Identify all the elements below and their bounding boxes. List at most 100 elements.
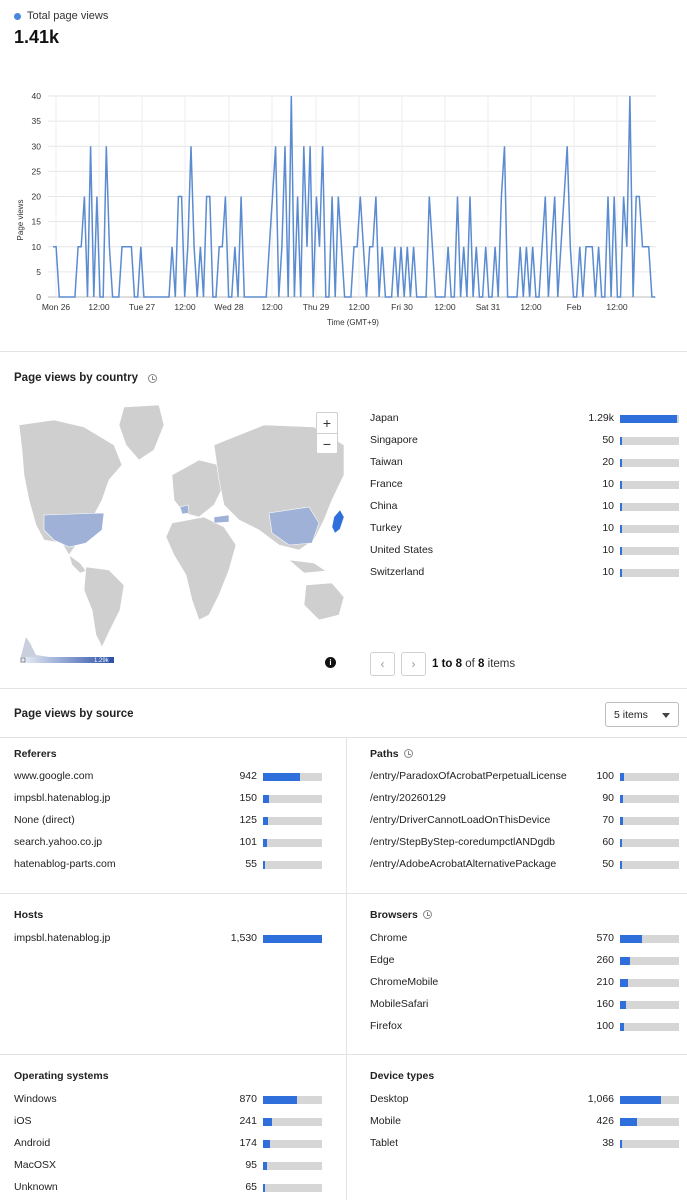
device-row-label[interactable]: Tablet xyxy=(370,1137,398,1149)
os-row-bar-fill xyxy=(263,1184,265,1192)
pager-of: of xyxy=(465,658,475,670)
os-row-label[interactable]: Android xyxy=(14,1137,50,1149)
device-row-bar xyxy=(620,1096,679,1104)
browser-row-bar-fill xyxy=(620,979,628,987)
country-row-label[interactable]: China xyxy=(370,500,397,512)
path-row-bar-fill xyxy=(620,839,622,847)
country-row-label[interactable]: Turkey xyxy=(370,522,402,534)
path-row-label[interactable]: /entry/StepByStep-coredumpctlANDgdb xyxy=(370,836,555,848)
device-row-label[interactable]: Desktop xyxy=(370,1093,409,1105)
clock-icon[interactable] xyxy=(423,910,432,919)
country-row-label[interactable]: France xyxy=(370,478,403,490)
device-row-label[interactable]: Mobile xyxy=(370,1115,401,1127)
referer-row-bar xyxy=(263,861,322,869)
path-row-label[interactable]: /entry/ParadoxOfAcrobatPerpetualLicense xyxy=(370,770,567,782)
total-page-views-legend[interactable]: Total page views xyxy=(27,10,108,22)
referer-row-label[interactable]: search.yahoo.co.jp xyxy=(14,836,102,848)
country-row-value: 10 xyxy=(602,566,614,578)
referers-title: Referers xyxy=(14,748,57,760)
pager-items-label: items xyxy=(487,658,516,670)
country-row-value: 50 xyxy=(602,434,614,446)
host-row-bar-fill xyxy=(263,935,322,943)
country-row-value: 10 xyxy=(602,522,614,534)
os-row-value: 95 xyxy=(245,1159,257,1171)
browser-row-label[interactable]: MobileSafari xyxy=(370,998,428,1010)
country-row-label[interactable]: Singapore xyxy=(370,434,418,446)
referer-row-label[interactable]: impsbl.hatenablog.jp xyxy=(14,792,110,804)
map-zoom-controls: + − xyxy=(316,412,338,454)
pager-next-button[interactable]: › xyxy=(401,652,426,676)
path-row-label[interactable]: /entry/DriverCannotLoadOnThisDevice xyxy=(370,814,550,826)
pager-total: 8 xyxy=(478,658,485,670)
country-row-value: 10 xyxy=(602,478,614,490)
y-tick-label: 40 xyxy=(32,91,42,101)
os-row-value: 870 xyxy=(239,1093,257,1105)
pager-range: 1 to 8 xyxy=(432,658,463,670)
referer-row-label[interactable]: None (direct) xyxy=(14,814,75,826)
browser-row-bar xyxy=(620,1001,679,1009)
clock-icon[interactable] xyxy=(148,374,157,383)
browsers-title: Browsers xyxy=(370,909,418,921)
path-row-value: 70 xyxy=(602,814,614,826)
browser-row-label[interactable]: Firefox xyxy=(370,1020,402,1032)
divider xyxy=(0,688,687,689)
country-row-label[interactable]: Switzerland xyxy=(370,566,424,578)
browser-row-bar-fill xyxy=(620,1023,624,1031)
country-row-bar xyxy=(620,525,679,533)
items-count-select[interactable]: 5 items xyxy=(605,702,679,727)
chart-y-axis-label: Page views xyxy=(16,200,25,241)
chevron-down-icon xyxy=(662,713,670,718)
source-section-title: Page views by source xyxy=(14,708,134,720)
map-legend-max-label: 1.29k xyxy=(94,658,110,664)
referer-row-value: 101 xyxy=(239,836,257,848)
x-tick-label: Mon 26 xyxy=(42,302,71,312)
os-row-label[interactable]: MacOSX xyxy=(14,1159,56,1171)
chart-x-axis-label: Time (GMT+9) xyxy=(327,318,379,327)
world-map[interactable]: 1.29k xyxy=(14,404,346,667)
page-views-line-chart[interactable]: 0 5 10 15 20 25 30 35 40 Mon 26 12:00 Tue 27 12:00 W… xyxy=(0,80,687,330)
pager-prev-button[interactable]: ‹ xyxy=(370,652,395,676)
y-tick-label: 35 xyxy=(32,116,42,126)
os-row-bar xyxy=(263,1096,322,1104)
map-australia xyxy=(303,582,345,621)
browser-row-label[interactable]: Chrome xyxy=(370,932,407,944)
map-central-america xyxy=(68,554,87,574)
operating-systems-title: Operating systems xyxy=(14,1070,109,1082)
device-row-bar xyxy=(620,1140,679,1148)
country-row-bar-fill xyxy=(620,503,622,511)
zoom-out-button[interactable]: − xyxy=(317,433,337,453)
country-row-label[interactable]: Japan xyxy=(370,412,399,424)
y-tick-label: 25 xyxy=(32,166,42,176)
browser-row-label[interactable]: ChromeMobile xyxy=(370,976,438,988)
browser-row-value: 100 xyxy=(596,1020,614,1032)
referer-row-bar xyxy=(263,795,322,803)
os-row-label[interactable]: iOS xyxy=(14,1115,32,1127)
country-row-bar-fill xyxy=(620,547,622,555)
os-row-label[interactable]: Windows xyxy=(14,1093,57,1105)
country-row-label[interactable]: Taiwan xyxy=(370,456,403,468)
path-row-label[interactable]: /entry/20260129 xyxy=(370,792,446,804)
country-row-bar xyxy=(620,415,679,423)
os-row-label[interactable]: Unknown xyxy=(14,1181,58,1193)
info-icon[interactable]: i xyxy=(325,657,336,668)
path-row-value: 100 xyxy=(596,770,614,782)
country-row-bar xyxy=(620,481,679,489)
referer-row-bar-fill xyxy=(263,861,265,869)
country-row-bar-fill xyxy=(620,437,622,445)
os-row-bar xyxy=(263,1184,322,1192)
map-japan xyxy=(331,509,345,534)
referer-row-bar xyxy=(263,839,322,847)
referer-row-label[interactable]: hatenablog-parts.com xyxy=(14,858,116,870)
country-row-label[interactable]: United States xyxy=(370,544,433,556)
path-row-label[interactable]: /entry/AdobeAcrobatAlternativePackage xyxy=(370,858,556,870)
column-divider xyxy=(346,737,347,1200)
x-tick-label: 12:00 xyxy=(174,302,196,312)
referer-row-label[interactable]: www.google.com xyxy=(14,770,93,782)
zoom-in-button[interactable]: + xyxy=(317,413,337,433)
browser-row-label[interactable]: Edge xyxy=(370,954,395,966)
path-row-bar xyxy=(620,817,679,825)
clock-icon[interactable] xyxy=(404,749,413,758)
host-row-label[interactable]: impsbl.hatenablog.jp xyxy=(14,932,110,944)
device-row-value: 1,066 xyxy=(587,1093,614,1105)
os-row-bar-fill xyxy=(263,1118,272,1126)
